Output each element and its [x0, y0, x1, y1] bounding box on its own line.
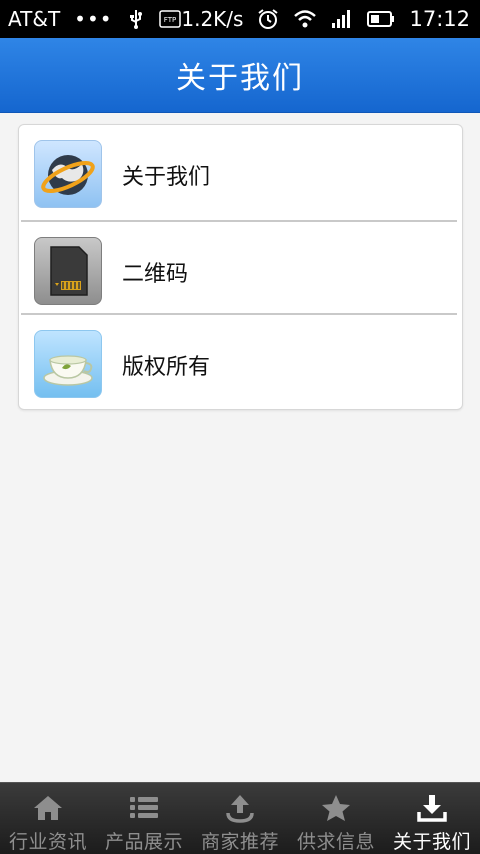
home-icon [32, 793, 64, 823]
tab-label: 行业资讯 [8, 831, 87, 853]
usb-icon [127, 9, 145, 29]
tab-label: 关于我们 [392, 831, 471, 853]
tab-label: 供求信息 [296, 831, 375, 853]
signal-icon [331, 9, 353, 29]
globe-icon [34, 140, 102, 208]
tab-merchant-recommend[interactable]: 商家推荐 [192, 783, 288, 854]
status-bar: AT&T ••• FTP 1.2K/s 17:12 [0, 0, 480, 38]
ftp-icon: FTP [158, 10, 181, 28]
wifi-icon [293, 9, 317, 29]
upload-icon [224, 793, 256, 823]
alarm-icon [257, 8, 279, 30]
menu-item-qr-code[interactable]: 二维码 [19, 222, 462, 315]
menu-item-label: 版权所有 [122, 355, 211, 380]
tab-label: 商家推荐 [200, 831, 279, 853]
tab-supply-demand[interactable]: 供求信息 [288, 783, 384, 854]
notification-dots: ••• [74, 7, 113, 31]
bottom-nav: 行业资讯 产品展示 商家推荐 供求信息 关于我们 [0, 782, 480, 854]
clock: 17:12 [409, 7, 470, 31]
menu-item-label: 二维码 [122, 262, 189, 287]
tab-label: 产品展示 [104, 831, 183, 853]
menu-item-about-us[interactable]: 关于我们 [19, 125, 462, 218]
page-title-bar: 关于我们 [0, 38, 480, 113]
battery-icon [367, 10, 395, 28]
page-title: 关于我们 [176, 61, 304, 96]
sd-card-icon [34, 237, 102, 305]
list-icon [128, 793, 160, 823]
svg-text:FTP: FTP [163, 16, 175, 24]
menu-item-label: 关于我们 [122, 165, 211, 190]
tab-about-us[interactable]: 关于我们 [384, 783, 480, 854]
tab-industry-news[interactable]: 行业资讯 [0, 783, 96, 854]
menu-item-copyright[interactable]: 版权所有 [19, 315, 462, 408]
star-icon [321, 793, 351, 823]
network-speed: 1.2K/s [181, 7, 244, 31]
teacup-icon [34, 330, 102, 398]
tab-product-showcase[interactable]: 产品展示 [96, 783, 192, 854]
carrier-label: AT&T [8, 7, 61, 31]
download-icon [416, 793, 448, 823]
menu-list: 关于我们 二维码 版权所有 [18, 124, 463, 410]
